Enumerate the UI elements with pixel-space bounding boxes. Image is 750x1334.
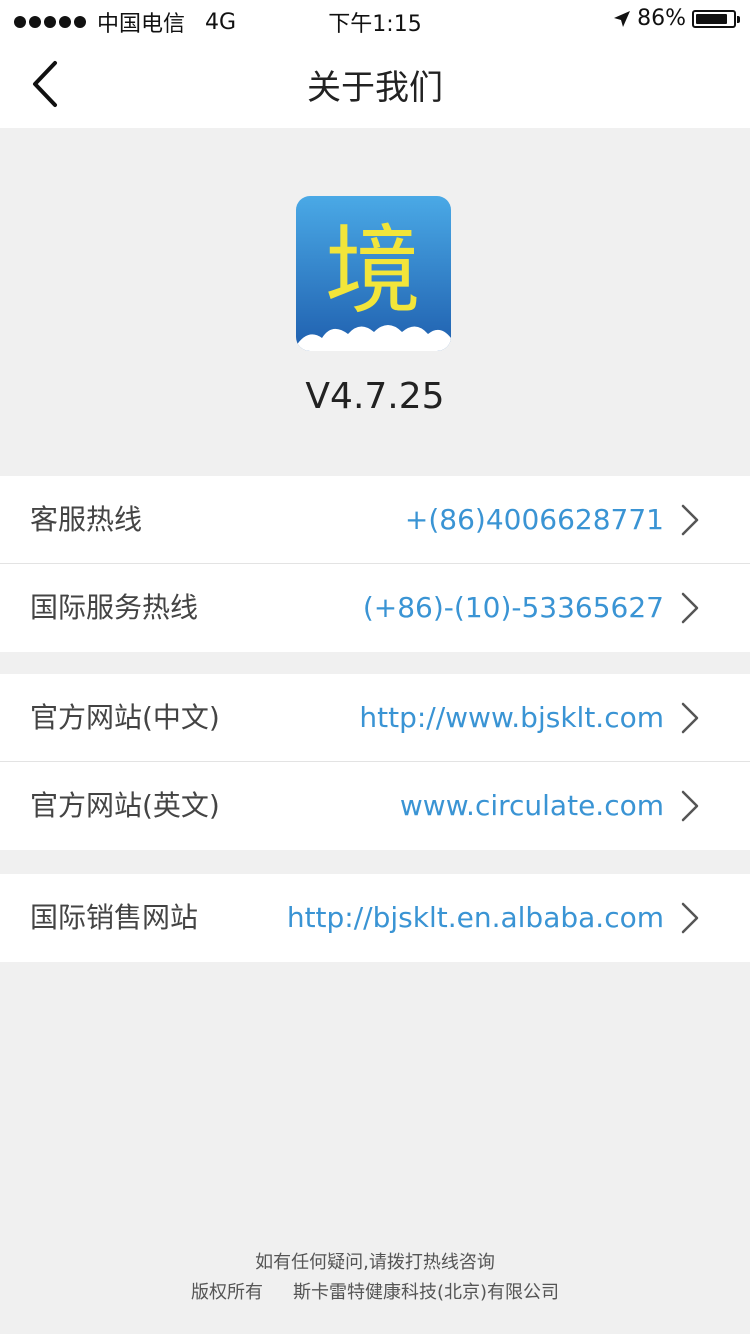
app-logo-graphic: 境 <box>296 196 451 351</box>
list-item-website-chinese[interactable]: 官方网站(中文) http://www.bjsklt.com <box>0 674 750 762</box>
row-label: 官方网站(英文) <box>30 789 220 822</box>
chevron-right-icon <box>681 702 699 734</box>
row-value[interactable]: http://bjsklt.en.albaba.com <box>287 874 664 962</box>
chevron-right-icon <box>681 902 699 934</box>
row-value[interactable]: +(86)4006628771 <box>405 476 664 564</box>
app-version: V4.7.25 <box>305 376 445 417</box>
row-value[interactable]: (+86)-(10)-53365627 <box>363 564 664 652</box>
app-logo-character: 境 <box>325 215 421 327</box>
row-label: 国际销售网站 <box>30 901 199 934</box>
footer-help-text: 如有任何疑问,请拨打热线咨询 <box>255 1252 495 1273</box>
row-label: 客服热线 <box>30 503 143 536</box>
footer: 如有任何疑问,请拨打热线咨询 版权所有 斯卡雷特健康科技(北京)有限公司 <box>0 1248 750 1308</box>
battery-level-fill <box>696 13 727 24</box>
row-value[interactable]: www.circulate.com <box>400 762 664 850</box>
company-name: 斯卡雷特健康科技(北京)有限公司 <box>292 1282 560 1303</box>
row-value[interactable]: http://www.bjsklt.com <box>359 674 664 762</box>
list-item-website-english[interactable]: 官方网站(英文) www.circulate.com <box>0 762 750 850</box>
hotline-group: 客服热线 +(86)4006628771 国际服务热线 (+86)-(10)-5… <box>0 476 750 652</box>
website-group: 官方网站(中文) http://www.bjsklt.com 官方网站(英文) … <box>0 674 750 850</box>
copyright-label: 版权所有 <box>190 1282 263 1303</box>
app-logo-icon: 境 <box>296 196 451 351</box>
list-item-customer-hotline[interactable]: 客服热线 +(86)4006628771 <box>0 476 750 564</box>
page-title: 关于我们 <box>307 68 443 108</box>
row-label: 国际服务热线 <box>30 591 199 624</box>
status-bar: 中国电信 4G 下午1:15 86% <box>0 0 750 40</box>
battery-percent: 86% <box>637 6 686 31</box>
battery-icon <box>692 9 740 28</box>
battery-tip <box>737 15 740 23</box>
status-right: 86% <box>613 6 740 31</box>
chevron-right-icon <box>681 592 699 624</box>
chevron-right-icon <box>681 504 699 536</box>
row-label: 官方网站(中文) <box>30 701 220 734</box>
list-item-international-sales[interactable]: 国际销售网站 http://bjsklt.en.albaba.com <box>0 874 750 962</box>
nav-bar: 关于我们 <box>0 40 750 128</box>
list-item-international-hotline[interactable]: 国际服务热线 (+86)-(10)-53365627 <box>0 564 750 652</box>
location-arrow-icon <box>614 10 631 27</box>
chevron-right-icon <box>681 790 699 822</box>
footer-copyright-line: 版权所有 斯卡雷特健康科技(北京)有限公司 <box>0 1278 750 1308</box>
sales-group: 国际销售网站 http://bjsklt.en.albaba.com <box>0 874 750 962</box>
